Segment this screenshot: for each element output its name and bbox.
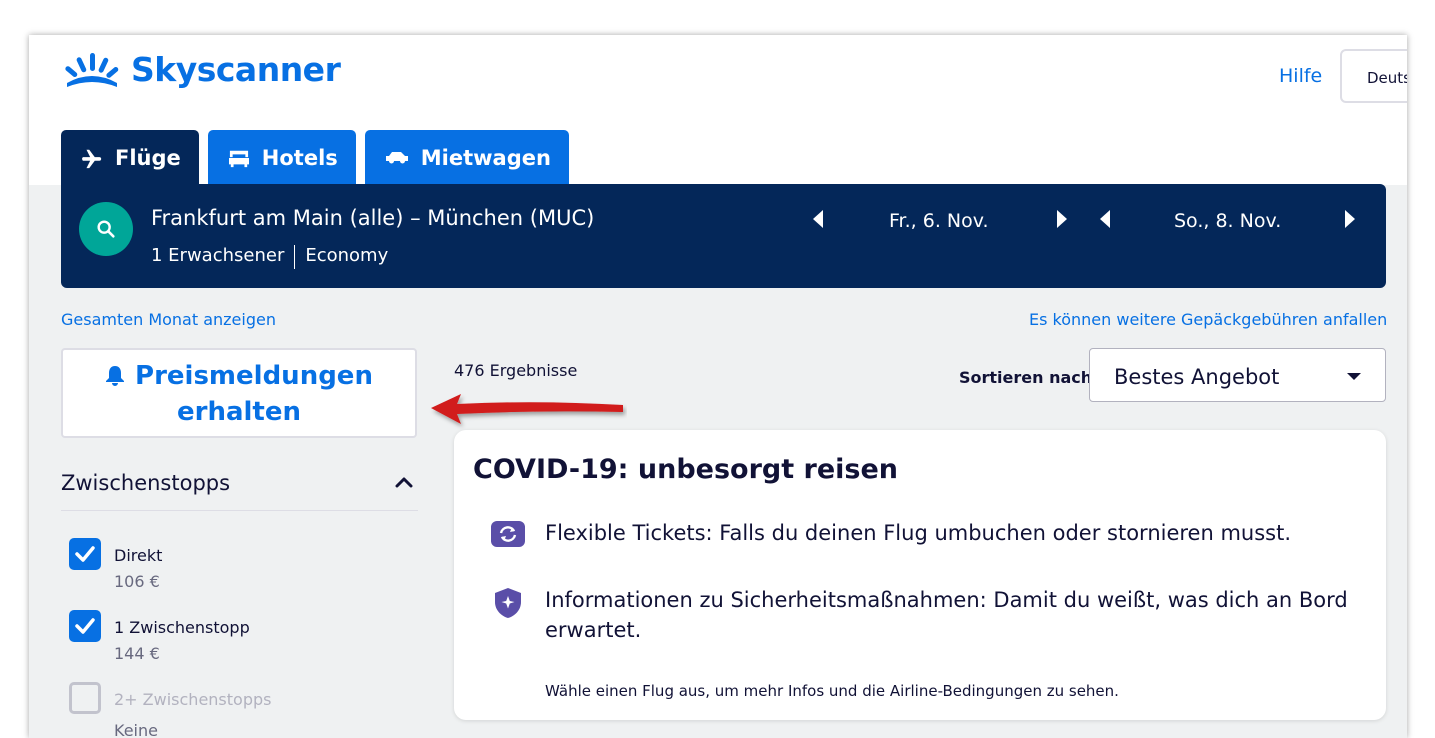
tab-flights[interactable]: Flüge xyxy=(61,130,199,185)
sort-value: Bestes Angebot xyxy=(1114,365,1280,389)
two-plus-stops-label[interactable]: 2+ Zwischenstopps xyxy=(114,690,271,709)
car-icon xyxy=(385,151,408,163)
one-stop-price: 144 € xyxy=(114,644,160,663)
covid-info-card: COVID-19: unbesorgt reisen Flexible Tick… xyxy=(454,430,1386,720)
covid-note: Wähle einen Flug aus, um mehr Infos und … xyxy=(545,682,1119,700)
shield-icon xyxy=(495,588,521,618)
checkmark-icon xyxy=(75,546,95,562)
tab-hotels[interactable]: Hotels xyxy=(207,130,356,185)
depart-date[interactable]: Fr., 6. Nov. xyxy=(889,210,989,232)
return-prev-day-button[interactable] xyxy=(1100,210,1110,228)
passenger-count: 1 Erwachsener xyxy=(151,245,285,266)
skyscanner-logo[interactable]: Skyscanner xyxy=(61,49,341,89)
search-summary-bar[interactable]: Frankfurt am Main (alle) – München (MUC)… xyxy=(61,184,1386,288)
flexible-tickets-text: Flexible Tickets: Falls du deinen Flug u… xyxy=(545,521,1292,545)
search-icon xyxy=(97,220,115,238)
bed-icon xyxy=(228,150,249,167)
tab-car-hire-label: Mietwagen xyxy=(420,145,551,170)
checkmark-icon xyxy=(75,618,95,634)
passenger-info: 1 Erwachsener Economy xyxy=(151,245,388,269)
filter-divider xyxy=(61,510,418,511)
one-stop-checkbox[interactable] xyxy=(69,610,101,642)
bell-icon xyxy=(106,366,125,386)
one-stop-label[interactable]: 1 Zwischenstopp xyxy=(114,618,250,637)
browser-page: Skyscanner Hilfe Deuts Flüge Hotels Miet… xyxy=(29,35,1407,738)
depart-prev-day-button[interactable] xyxy=(813,210,823,228)
divider xyxy=(294,245,296,269)
plane-icon xyxy=(81,149,102,168)
search-button[interactable] xyxy=(79,202,133,256)
help-link[interactable]: Hilfe xyxy=(1279,65,1322,87)
direct-price: 106 € xyxy=(114,572,160,591)
annotation-arrow-icon xyxy=(431,394,623,424)
whole-month-link[interactable]: Gesamten Monat anzeigen xyxy=(61,310,276,329)
depart-next-day-button[interactable] xyxy=(1057,210,1067,228)
return-date[interactable]: So., 8. Nov. xyxy=(1174,210,1281,232)
flexible-ticket-icon xyxy=(491,521,525,547)
tab-hotels-label: Hotels xyxy=(261,145,338,170)
route-text: Frankfurt am Main (alle) – München (MUC) xyxy=(151,206,595,230)
cabin-class: Economy xyxy=(305,245,389,266)
header: Skyscanner Hilfe Deuts Flüge Hotels Miet… xyxy=(29,35,1407,185)
safety-line1: Informationen zu Sicherheitsmaßnahmen: D… xyxy=(545,588,1348,612)
return-next-day-button[interactable] xyxy=(1345,210,1355,228)
tab-flights-label: Flüge xyxy=(115,145,181,170)
caret-down-icon xyxy=(1347,373,1361,380)
stops-filter-title[interactable]: Zwischenstopps xyxy=(61,471,230,495)
results-count: 476 Ergebnisse xyxy=(454,361,578,380)
price-alert-line1: Preismeldungen xyxy=(135,361,373,391)
sort-label: Sortieren nach xyxy=(959,368,1093,387)
tab-car-hire[interactable]: Mietwagen xyxy=(364,130,569,185)
price-alert-line2: erhalten xyxy=(177,397,301,427)
language-selector[interactable]: Deuts xyxy=(1340,49,1407,103)
sunrise-logo-icon xyxy=(65,53,119,87)
two-plus-stops-checkbox[interactable] xyxy=(69,682,101,714)
vertical-tabs: Flüge Hotels Mietwagen xyxy=(61,130,569,185)
covid-title: COVID-19: unbesorgt reisen xyxy=(473,454,899,485)
safety-line2: erwartet. xyxy=(545,618,642,642)
two-plus-stops-price: Keine xyxy=(114,721,158,738)
logo-text: Skyscanner xyxy=(131,49,341,89)
baggage-fees-link[interactable]: Es können weitere Gepäckgebühren anfalle… xyxy=(1029,310,1387,329)
chevron-up-icon[interactable] xyxy=(395,475,413,489)
sort-dropdown[interactable]: Bestes Angebot xyxy=(1089,348,1386,402)
direct-checkbox[interactable] xyxy=(69,538,101,570)
direct-label[interactable]: Direkt xyxy=(114,546,162,565)
safety-measures-text: Informationen zu Sicherheitsmaßnahmen: D… xyxy=(545,585,1348,645)
price-alert-button[interactable]: Preismeldungen erhalten xyxy=(61,348,417,438)
